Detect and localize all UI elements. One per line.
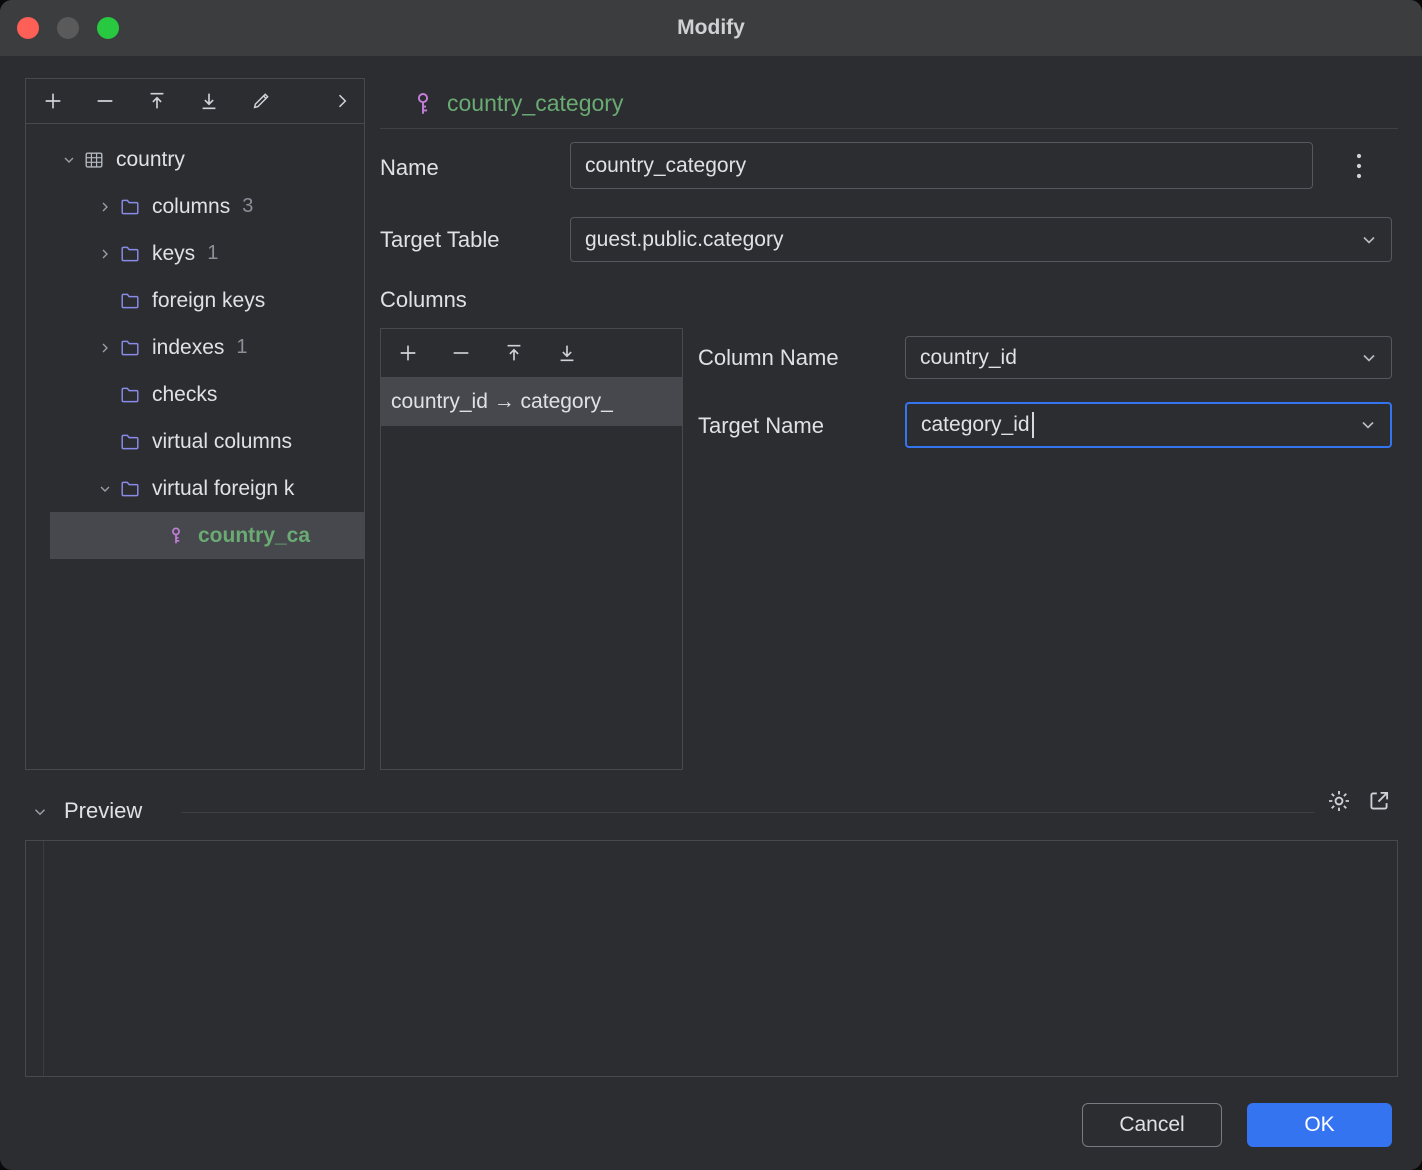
tree-item-virtual-foreign-keys[interactable]: virtual foreign k: [26, 465, 364, 512]
columns-toolbar: [381, 329, 682, 378]
remove-column-button[interactable]: [450, 342, 472, 364]
tree-item-indexes[interactable]: indexes 1: [26, 324, 364, 371]
chevron-down-icon: [1358, 415, 1378, 435]
object-tree-panel: country columns 3 keys: [25, 78, 365, 770]
close-button[interactable]: [17, 17, 39, 39]
title-bar: Modify: [0, 0, 1422, 56]
column-name-select[interactable]: country_id: [905, 336, 1392, 379]
chevron-placeholder: [92, 384, 118, 406]
target-name-select-focused[interactable]: category_id: [905, 402, 1392, 448]
move-column-up-button[interactable]: [503, 342, 525, 364]
folder-icon: [118, 477, 142, 501]
tree-item-label: checks: [152, 383, 217, 407]
remove-button[interactable]: [94, 90, 116, 112]
modify-dialog: Modify: [0, 0, 1422, 1170]
gear-icon[interactable]: [1324, 786, 1354, 816]
tree-toolbar: [26, 79, 364, 124]
target-table-select[interactable]: guest.public.category: [570, 217, 1392, 262]
minimize-button[interactable]: [57, 17, 79, 39]
folder-icon: [118, 383, 142, 407]
tree-item-count: 1: [236, 336, 247, 359]
key-icon: [410, 90, 436, 118]
target-table-value: guest.public.category: [585, 228, 783, 252]
zoom-button[interactable]: [97, 17, 119, 39]
preview-editor[interactable]: [25, 840, 1398, 1077]
column-name-label: Column Name: [698, 345, 839, 371]
chevron-placeholder: [92, 431, 118, 453]
tree-item-columns[interactable]: columns 3: [26, 183, 364, 230]
move-down-button[interactable]: [198, 90, 220, 112]
window-title: Modify: [0, 0, 1422, 56]
folder-icon: [118, 430, 142, 454]
preview-collapse-chevron-down-icon[interactable]: [28, 802, 52, 822]
cancel-button[interactable]: Cancel: [1082, 1103, 1222, 1147]
add-button[interactable]: [42, 90, 64, 112]
more-options-button[interactable]: [1344, 149, 1374, 183]
folder-icon: [118, 336, 142, 360]
edit-button[interactable]: [250, 90, 272, 112]
tree-item-label: foreign keys: [152, 289, 265, 313]
name-label: Name: [380, 155, 439, 181]
text-caret: [1032, 412, 1034, 438]
tree-item-checks[interactable]: checks: [26, 371, 364, 418]
name-input[interactable]: [570, 142, 1313, 189]
tree-item-country[interactable]: country: [26, 136, 364, 183]
column-name-value: country_id: [920, 346, 1017, 370]
chevron-right-icon[interactable]: [92, 196, 118, 218]
target-name-label: Target Name: [698, 413, 824, 439]
foreign-key-title: country_category: [447, 90, 623, 117]
tree-item-label: country_ca: [198, 524, 310, 548]
preview-label: Preview: [64, 798, 142, 824]
tree-item-count: 3: [242, 195, 253, 218]
tree-item-country-category-selected[interactable]: country_ca: [26, 512, 364, 559]
key-icon: [164, 524, 188, 548]
object-tree: country columns 3 keys: [26, 124, 364, 559]
column-mapping-item[interactable]: country_id → category_: [381, 378, 682, 426]
move-column-down-button[interactable]: [556, 342, 578, 364]
tree-item-count: 1: [207, 242, 218, 265]
chevron-placeholder: [92, 290, 118, 312]
tree-item-label: keys: [152, 242, 195, 266]
chevron-placeholder: [138, 525, 164, 547]
ok-button[interactable]: OK: [1247, 1103, 1392, 1147]
traffic-lights: [17, 17, 119, 39]
chevron-down-icon: [1359, 348, 1379, 368]
target-table-label: Target Table: [380, 227, 499, 253]
tree-item-label: columns: [152, 195, 230, 219]
columns-mapping-panel: country_id → category_: [380, 328, 683, 770]
folder-icon: [118, 289, 142, 313]
tree-item-label: indexes: [152, 336, 224, 360]
chevron-down-icon[interactable]: [56, 149, 82, 171]
folder-icon: [118, 195, 142, 219]
table-icon: [82, 148, 106, 172]
tree-item-foreign-keys[interactable]: foreign keys: [26, 277, 364, 324]
header-divider: [380, 128, 1398, 129]
chevron-down-icon[interactable]: [92, 478, 118, 500]
move-up-button[interactable]: [146, 90, 168, 112]
columns-section-label: Columns: [380, 287, 467, 313]
tree-item-label: virtual foreign k: [152, 477, 294, 501]
tree-item-keys[interactable]: keys 1: [26, 230, 364, 277]
chevron-right-icon[interactable]: [92, 337, 118, 359]
open-in-window-icon[interactable]: [1364, 786, 1394, 816]
folder-icon: [118, 242, 142, 266]
add-column-button[interactable]: [397, 342, 419, 364]
preview-divider: [182, 812, 1314, 813]
tree-item-virtual-columns[interactable]: virtual columns: [26, 418, 364, 465]
chevron-right-icon[interactable]: [92, 243, 118, 265]
toolbar-overflow-button[interactable]: [332, 91, 352, 111]
tree-item-label: virtual columns: [152, 430, 292, 454]
tree-item-label: country: [116, 148, 185, 172]
target-name-value: category_id: [921, 413, 1030, 437]
chevron-down-icon: [1359, 230, 1379, 250]
